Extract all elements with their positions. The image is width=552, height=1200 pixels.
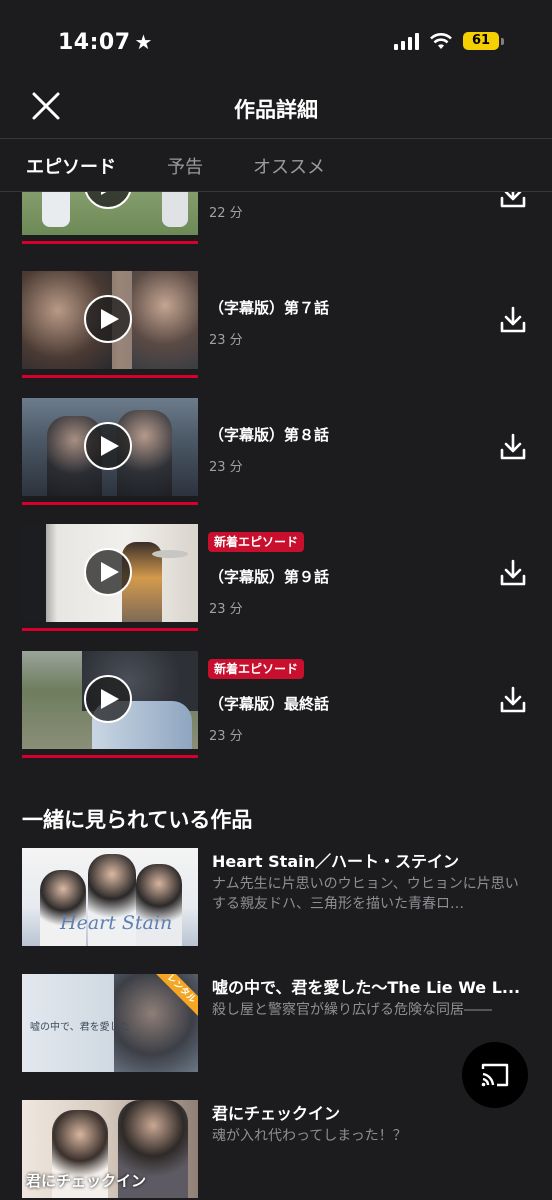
recommendation-description: ナム先生に片思いのウヒョン、ウヒョンに片思いする親友ドハ、三角形を描いた青春ロ… bbox=[212, 876, 519, 912]
tab-episodes[interactable]: エピソード bbox=[26, 153, 116, 179]
episode-row[interactable]: （字幕版）第８話 23 分 bbox=[0, 398, 552, 508]
download-button[interactable] bbox=[498, 685, 528, 715]
episode-title: （字幕版）第８話 bbox=[209, 426, 330, 444]
thumbnail-title-text: 君にチェックイン bbox=[26, 1172, 147, 1190]
play-button[interactable] bbox=[84, 422, 132, 470]
play-button[interactable] bbox=[84, 548, 132, 596]
download-icon bbox=[500, 306, 526, 333]
recommendation-thumbnail[interactable]: Heart Stain bbox=[22, 848, 198, 946]
download-icon bbox=[500, 192, 526, 208]
watch-progress-bar bbox=[22, 628, 198, 631]
watch-progress-bar bbox=[22, 241, 198, 244]
play-icon bbox=[101, 562, 119, 582]
episode-duration: 23 分 bbox=[209, 333, 243, 348]
battery-icon: 61 bbox=[463, 32, 504, 50]
page-title: 作品詳細 bbox=[234, 98, 318, 122]
play-icon bbox=[101, 436, 119, 456]
episode-title: （字幕版）第７話 bbox=[209, 299, 330, 317]
tab-trailer[interactable]: 予告 bbox=[167, 153, 203, 179]
cast-button[interactable] bbox=[462, 1042, 528, 1108]
status-bar: 14:07 ★ 61 bbox=[0, 0, 552, 80]
new-episode-badge: 新着エピソード bbox=[208, 532, 305, 552]
thumbnail-title-text: 嘘の中で、君を愛した bbox=[30, 1022, 130, 1033]
play-icon bbox=[101, 309, 119, 329]
episode-row[interactable]: 新着エピソード （字幕版）第９話 23 分 bbox=[0, 524, 552, 634]
recommendation-item[interactable]: 君にチェックイン 君にチェックイン 魂が入れ代わってしまった！？ bbox=[0, 1100, 552, 1200]
download-icon bbox=[500, 559, 526, 586]
episode-thumbnail[interactable] bbox=[22, 524, 198, 622]
episode-title: （字幕版）第９話 bbox=[209, 568, 330, 586]
episode-row[interactable]: 新着エピソード （字幕版）最終話 23 分 bbox=[0, 651, 552, 761]
thumbnail-title-text: Heart Stain bbox=[60, 912, 173, 934]
play-button[interactable] bbox=[84, 295, 132, 343]
episode-thumbnail[interactable] bbox=[22, 398, 198, 496]
cast-icon bbox=[481, 1063, 509, 1087]
play-button[interactable] bbox=[84, 675, 132, 723]
play-icon bbox=[101, 689, 119, 709]
status-icons: 61 bbox=[394, 32, 504, 50]
section-title: 一緒に見られている作品 bbox=[22, 808, 253, 832]
recommendation-thumbnail[interactable]: 君にチェックイン bbox=[22, 1100, 198, 1198]
recommendation-item[interactable]: Heart Stain Heart Stain／ハート・ステイン ナム先生に片思… bbox=[0, 848, 552, 948]
new-episode-badge: 新着エピソード bbox=[208, 659, 305, 679]
episode-thumbnail[interactable] bbox=[22, 651, 198, 749]
recommendation-title: Heart Stain／ハート・ステイン bbox=[212, 852, 459, 871]
episode-duration: 23 分 bbox=[209, 729, 243, 744]
play-button[interactable] bbox=[84, 192, 132, 209]
episode-duration: 23 分 bbox=[209, 602, 243, 617]
tab-recommended[interactable]: オススメ bbox=[253, 153, 325, 179]
episode-duration: 22 分 bbox=[209, 206, 243, 221]
download-button[interactable] bbox=[498, 558, 528, 588]
episode-duration: 23 分 bbox=[209, 460, 243, 475]
recommendation-thumbnail[interactable]: 嘘の中で、君を愛した レンタル bbox=[22, 974, 198, 1072]
wifi-icon bbox=[430, 33, 452, 49]
episode-row[interactable]: （字幕版）第７話 23 分 bbox=[0, 271, 552, 381]
tab-bar: エピソード 予告 オススメ bbox=[0, 139, 552, 192]
battery-level: 61 bbox=[463, 32, 499, 50]
star-icon: ★ bbox=[134, 30, 153, 54]
episode-thumbnail[interactable] bbox=[22, 271, 198, 369]
status-time: 14:07 ★ bbox=[58, 30, 153, 55]
download-icon bbox=[500, 686, 526, 713]
header: 作品詳細 bbox=[0, 80, 552, 139]
episode-row[interactable]: 22 分 bbox=[0, 192, 552, 247]
recommendation-description: 魂が入れ代わってしまった！？ bbox=[212, 1128, 407, 1144]
recommendation-title: 嘘の中で、君を愛した～The Lie We L... bbox=[212, 978, 521, 997]
recommendation-description: 殺し屋と警察官が繰り広げる危険な同居―― bbox=[212, 1002, 492, 1018]
episode-title: （字幕版）最終話 bbox=[209, 695, 330, 713]
download-button[interactable] bbox=[498, 305, 528, 335]
download-button[interactable] bbox=[498, 432, 528, 462]
download-icon bbox=[500, 433, 526, 460]
watch-progress-bar bbox=[22, 755, 198, 758]
cellular-signal-icon bbox=[394, 32, 419, 50]
watch-progress-bar bbox=[22, 502, 198, 505]
play-icon bbox=[101, 192, 107, 195]
episode-thumbnail[interactable] bbox=[22, 192, 198, 235]
watch-progress-bar bbox=[22, 375, 198, 378]
content-scroll[interactable]: 22 分 （字幕版）第７話 23 分 （字幕版）第８話 23 分 新着エピソード… bbox=[0, 192, 552, 1200]
download-button[interactable] bbox=[498, 192, 528, 210]
